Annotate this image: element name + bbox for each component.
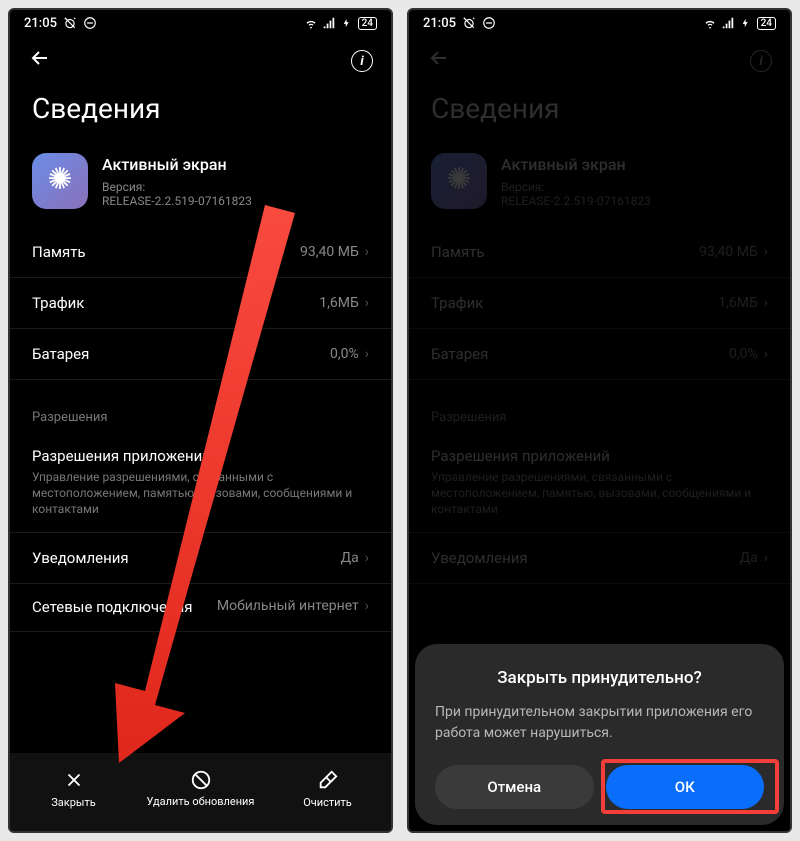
app-header: Активный экран Версия: RELEASE-2.2.519-0… bbox=[10, 145, 391, 227]
app-version: RELEASE-2.2.519-07161823 bbox=[102, 194, 369, 208]
row-network-label: Сетевые подключения bbox=[32, 598, 193, 618]
row-traffic-value: 1,6МБ bbox=[319, 295, 359, 311]
force-stop-dialog: Закрыть принудительно? При принудительно… bbox=[415, 644, 784, 825]
close-icon bbox=[63, 769, 85, 791]
info-icon: i bbox=[750, 50, 772, 72]
dialog-title: Закрыть принудительно? bbox=[435, 668, 764, 688]
wifi-icon bbox=[703, 16, 717, 30]
status-time: 21:05 bbox=[423, 16, 456, 31]
battery-badge: 24 bbox=[358, 17, 377, 30]
bottom-clear[interactable]: Очистить bbox=[265, 769, 391, 809]
row-app-permissions-label: Разрешения приложений bbox=[32, 447, 369, 465]
section-permissions: Разрешения bbox=[409, 410, 790, 435]
chevron-right-icon: › bbox=[365, 295, 369, 311]
bottom-clear-label: Очистить bbox=[303, 796, 352, 809]
charging-icon bbox=[340, 16, 354, 30]
row-app-permissions-desc: Управление разрешениями, связанными с ме… bbox=[431, 469, 768, 518]
page-title: Сведения bbox=[409, 86, 790, 145]
row-traffic-value: 1,6МБ bbox=[718, 295, 758, 311]
app-version-label: Версия: bbox=[102, 180, 369, 194]
battery-badge: 24 bbox=[757, 17, 776, 30]
row-notifications-value: Да bbox=[341, 550, 359, 566]
row-memory-label: Память bbox=[32, 243, 86, 261]
app-version-label: Версия: bbox=[501, 180, 768, 194]
row-notifications-label: Уведомления bbox=[431, 549, 528, 567]
app-name: Активный экран bbox=[501, 155, 768, 174]
row-notifications-label: Уведомления bbox=[32, 549, 129, 567]
app-icon bbox=[431, 153, 487, 209]
row-memory[interactable]: Память 93,40 МБ › bbox=[10, 227, 391, 278]
bottom-uninstall-label: Удалить обновления bbox=[147, 796, 255, 809]
chevron-right-icon: › bbox=[764, 346, 768, 362]
row-traffic[interactable]: Трафик 1,6МБ › bbox=[10, 278, 391, 329]
row-traffic-label: Трафик bbox=[431, 294, 483, 312]
row-notifications: Уведомления Да › bbox=[409, 533, 790, 584]
alarm-off-icon bbox=[462, 16, 476, 30]
dnd-icon bbox=[482, 16, 496, 30]
row-app-permissions: Разрешения приложений Управление разреше… bbox=[409, 435, 790, 533]
signal-icon bbox=[721, 16, 735, 30]
prohibit-icon bbox=[190, 769, 212, 791]
chevron-right-icon: › bbox=[764, 295, 768, 311]
row-battery-value: 0,0% bbox=[330, 346, 359, 362]
signal-icon bbox=[322, 16, 336, 30]
row-memory-value: 93,40 МБ bbox=[300, 244, 359, 260]
app-name: Активный экран bbox=[102, 155, 369, 174]
row-traffic-label: Трафик bbox=[32, 294, 84, 312]
status-bar: 21:05 24 bbox=[409, 10, 790, 36]
row-network[interactable]: Сетевые подключения Мобильный интернет › bbox=[10, 584, 391, 633]
ok-button[interactable]: ОК bbox=[606, 765, 765, 809]
info-icon[interactable]: i bbox=[351, 50, 373, 72]
page-title: Сведения bbox=[10, 86, 391, 145]
top-bar: i bbox=[409, 36, 790, 86]
row-battery: Батарея 0,0% › bbox=[409, 329, 790, 380]
app-icon bbox=[32, 153, 88, 209]
app-version: RELEASE-2.2.519-07161823 bbox=[501, 194, 768, 208]
chevron-right-icon: › bbox=[365, 244, 369, 260]
row-traffic: Трафик 1,6МБ › bbox=[409, 278, 790, 329]
row-app-permissions-desc: Управление разрешениями, связанными с ме… bbox=[32, 469, 369, 518]
row-battery-label: Батарея bbox=[32, 345, 89, 363]
back-icon[interactable] bbox=[28, 46, 52, 76]
phone-left: 21:05 24 i Све bbox=[8, 8, 393, 833]
row-memory-label: Память bbox=[431, 243, 485, 261]
charging-icon bbox=[739, 16, 753, 30]
row-app-permissions[interactable]: Разрешения приложений Управление разреше… bbox=[10, 435, 391, 533]
row-notifications-value: Да bbox=[740, 550, 758, 566]
bottom-uninstall-updates[interactable]: Удалить обновления bbox=[138, 769, 264, 809]
row-battery[interactable]: Батарея 0,0% › bbox=[10, 329, 391, 380]
row-app-permissions-label: Разрешения приложений bbox=[431, 447, 768, 465]
back-icon bbox=[427, 46, 451, 76]
alarm-off-icon bbox=[63, 16, 77, 30]
row-battery-label: Батарея bbox=[431, 345, 488, 363]
status-time: 21:05 bbox=[24, 16, 57, 31]
row-network-value: Мобильный интернет bbox=[217, 598, 359, 614]
status-bar: 21:05 24 bbox=[10, 10, 391, 36]
row-memory: Память 93,40 МБ › bbox=[409, 227, 790, 278]
chevron-right-icon: › bbox=[365, 598, 369, 614]
dialog-text: При принудительном закрытии приложения е… bbox=[435, 702, 764, 743]
row-battery-value: 0,0% bbox=[729, 346, 758, 362]
bottom-close-label: Закрыть bbox=[51, 796, 95, 809]
wifi-icon bbox=[304, 16, 318, 30]
eraser-icon bbox=[317, 769, 339, 791]
chevron-right-icon: › bbox=[764, 550, 768, 566]
bottom-close[interactable]: Закрыть bbox=[11, 769, 137, 809]
cancel-button[interactable]: Отмена bbox=[435, 765, 594, 809]
section-permissions: Разрешения bbox=[10, 410, 391, 435]
bottom-bar: Закрыть Удалить обновления Очистить bbox=[10, 753, 391, 831]
phone-right: 21:05 24 bbox=[407, 8, 792, 833]
app-header: Активный экран Версия: RELEASE-2.2.519-0… bbox=[409, 145, 790, 227]
chevron-right-icon: › bbox=[764, 244, 768, 260]
dnd-icon bbox=[83, 16, 97, 30]
row-memory-value: 93,40 МБ bbox=[699, 244, 758, 260]
chevron-right-icon: › bbox=[365, 550, 369, 566]
chevron-right-icon: › bbox=[365, 346, 369, 362]
top-bar: i bbox=[10, 36, 391, 86]
row-notifications[interactable]: Уведомления Да › bbox=[10, 533, 391, 584]
